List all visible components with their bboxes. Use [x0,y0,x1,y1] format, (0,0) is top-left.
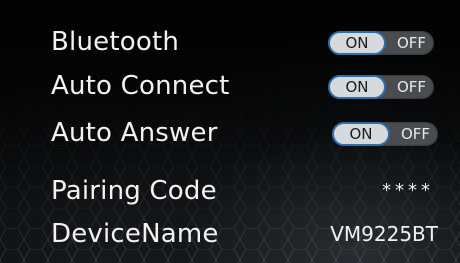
auto-connect-toggle-on[interactable]: ON [328,75,386,99]
pairing-code-label: Pairing Code [51,176,217,206]
auto-connect-toggle[interactable]: ON OFF [328,75,434,99]
auto-answer-label: Auto Answer [51,118,218,148]
setting-row-auto-connect: Auto Connect ON OFF [0,66,460,106]
auto-connect-label: Auto Connect [51,71,230,101]
setting-row-device-name[interactable]: DeviceName VM9225BT [0,214,460,254]
bluetooth-toggle-off[interactable]: OFF [397,31,426,55]
bluetooth-label: Bluetooth [51,27,180,57]
auto-connect-toggle-off[interactable]: OFF [397,75,426,99]
bluetooth-toggle-on[interactable]: ON [328,31,386,55]
auto-answer-toggle-off[interactable]: OFF [401,122,430,146]
setting-row-pairing-code[interactable]: Pairing Code **** [0,171,460,211]
device-name-label: DeviceName [51,219,219,249]
bluetooth-settings-screen: Bluetooth ON OFF Auto Connect ON OFF Aut… [0,0,460,263]
bluetooth-toggle[interactable]: ON OFF [328,31,434,55]
auto-answer-toggle[interactable]: ON OFF [332,122,438,146]
setting-row-auto-answer: Auto Answer ON OFF [0,113,460,153]
pairing-code-value: **** [382,180,434,201]
auto-answer-toggle-on[interactable]: ON [332,122,390,146]
setting-row-bluetooth: Bluetooth ON OFF [0,22,460,62]
device-name-value: VM9225BT [330,222,438,246]
